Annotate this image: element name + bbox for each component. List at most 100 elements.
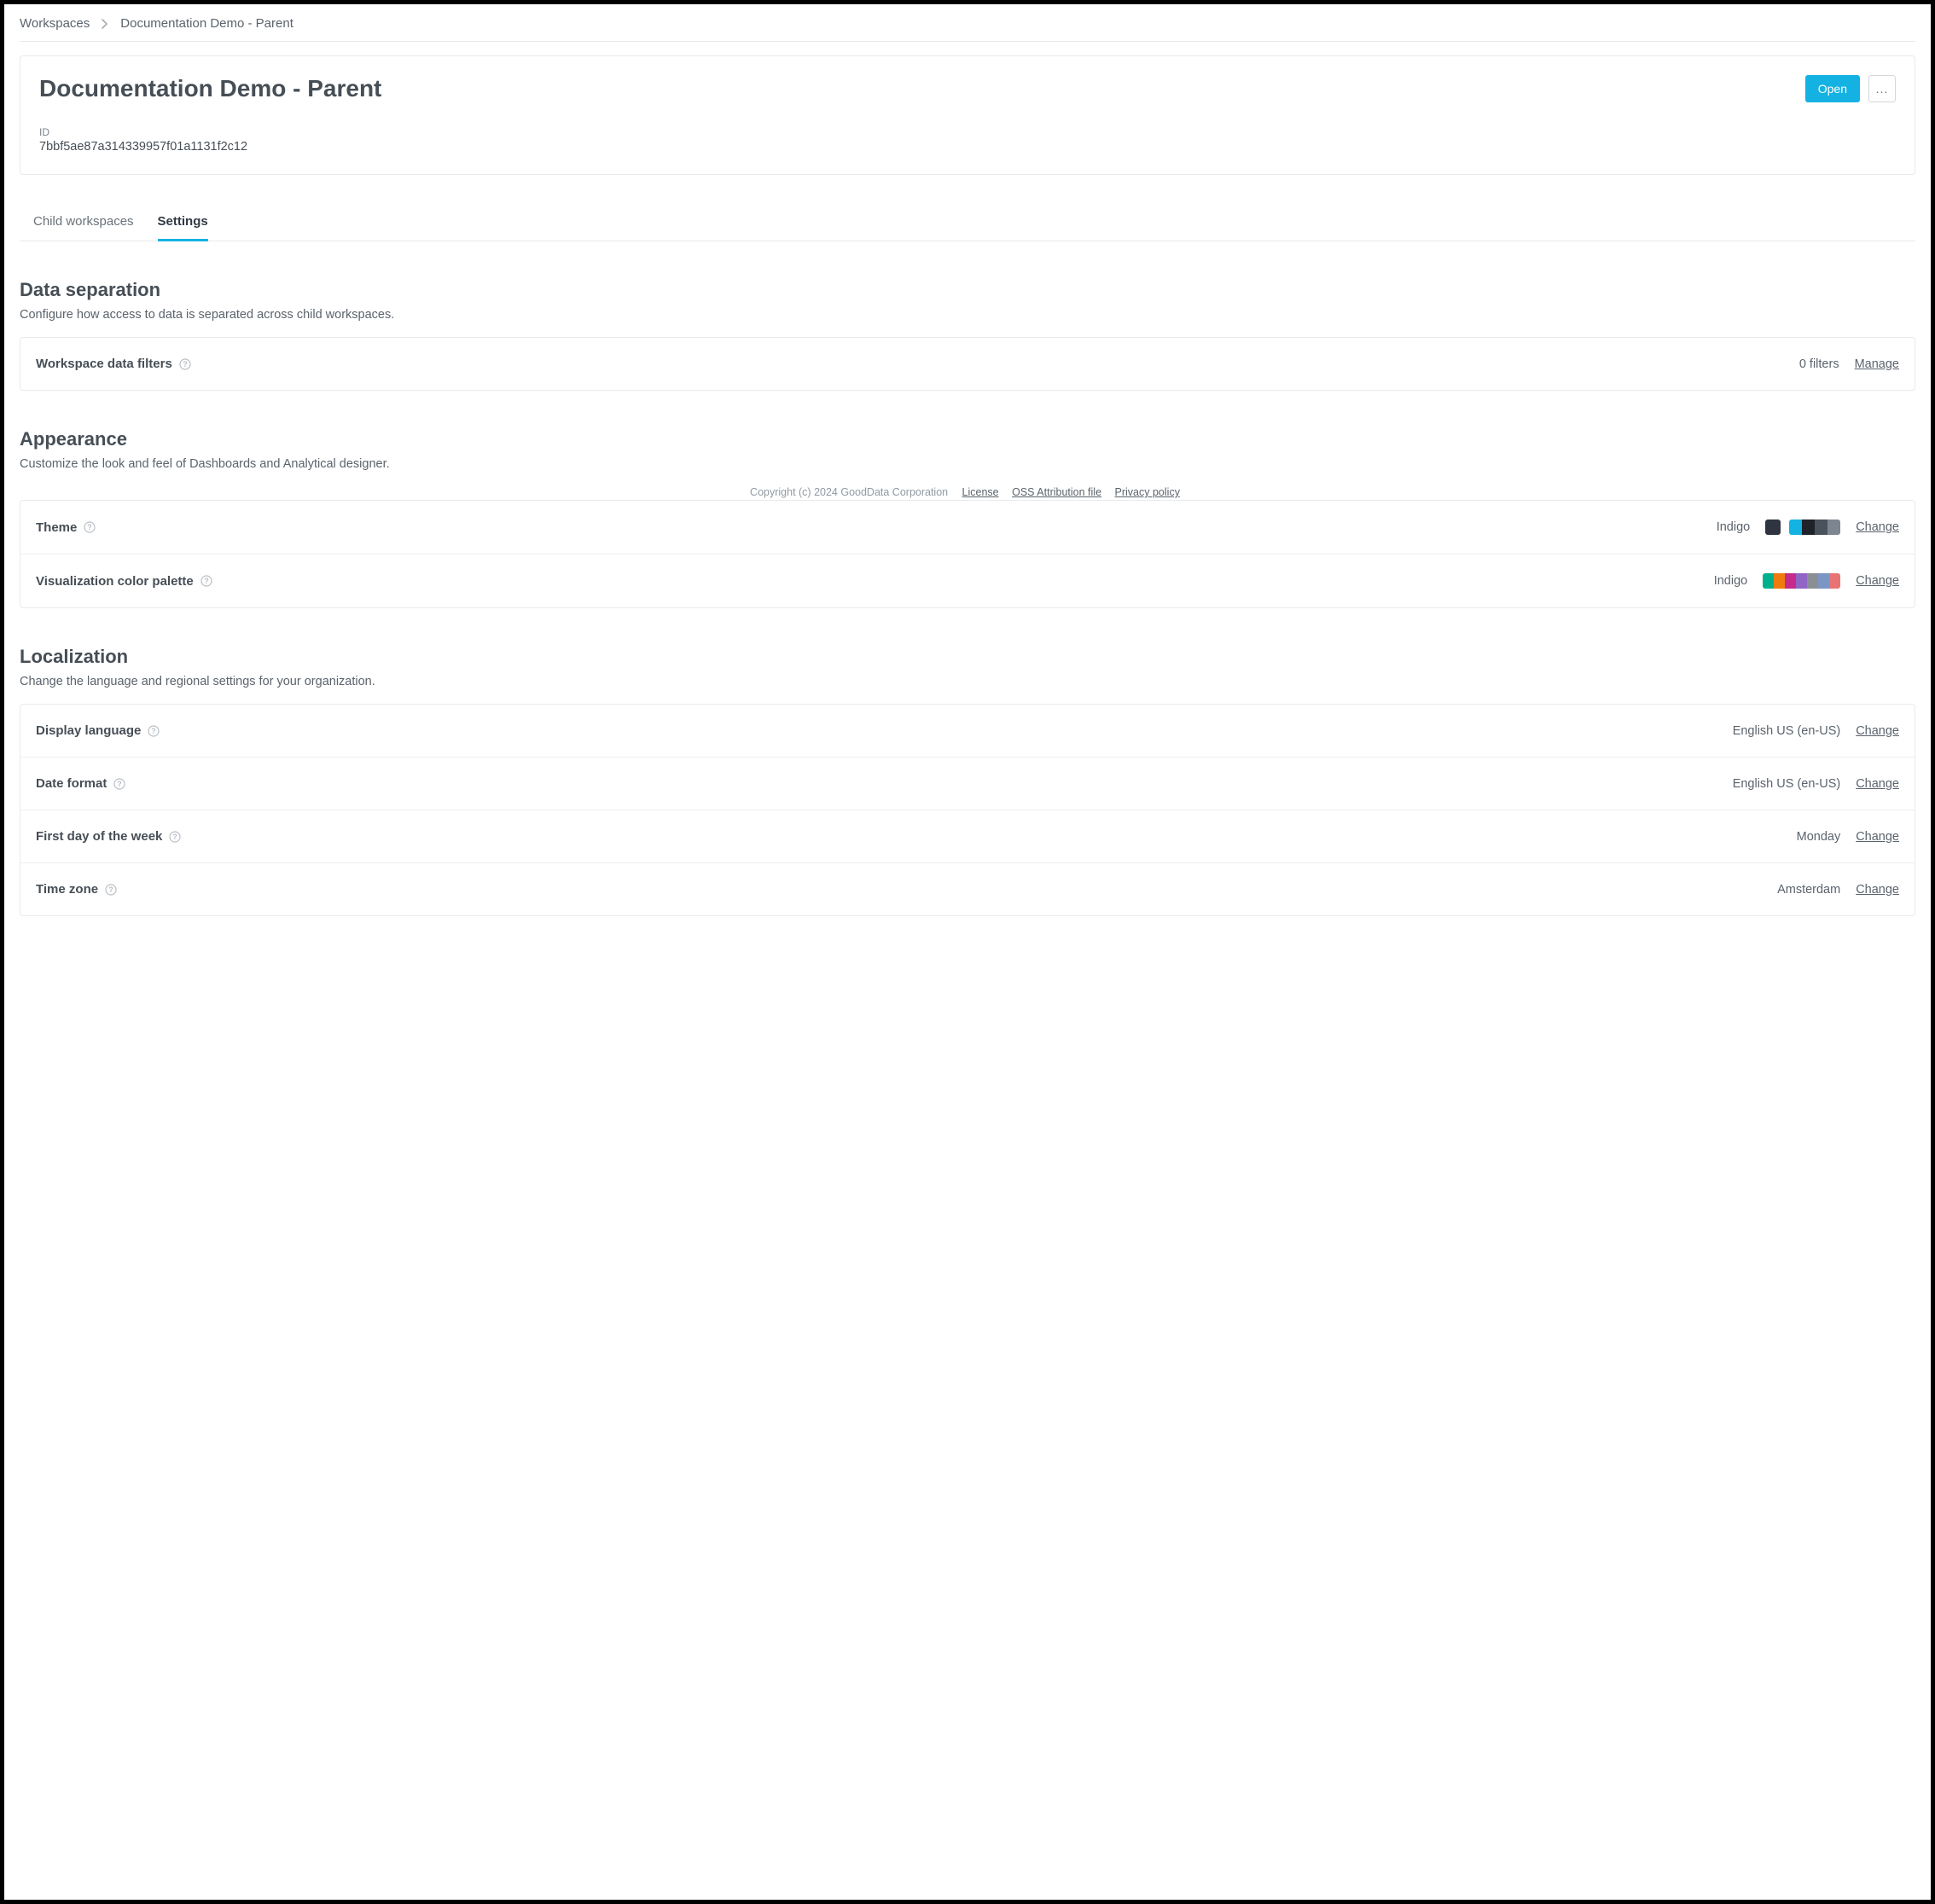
- section-appearance: Appearance Customize the look and feel o…: [20, 428, 1915, 608]
- tab-settings[interactable]: Settings: [158, 214, 208, 241]
- change-theme-link[interactable]: Change: [1856, 520, 1899, 534]
- help-icon[interactable]: ?: [200, 575, 212, 587]
- timezone-value: Amsterdam: [1777, 883, 1840, 897]
- label-text: Display language: [36, 723, 141, 738]
- color-swatch: [1789, 520, 1802, 535]
- palette-value: Indigo: [1714, 574, 1748, 588]
- change-palette-link[interactable]: Change: [1856, 574, 1899, 588]
- row-date-format: Date format ? English US (en-US) Change: [20, 757, 1915, 810]
- section-localization: Localization Change the language and reg…: [20, 646, 1915, 916]
- row-right: Indigo Change: [1717, 520, 1899, 535]
- help-icon[interactable]: ?: [84, 521, 96, 533]
- label-text: Theme: [36, 520, 77, 535]
- page-title: Documentation Demo - Parent: [39, 75, 381, 102]
- section-title-appearance: Appearance: [20, 428, 1915, 450]
- breadcrumb: Workspaces Documentation Demo - Parent: [20, 11, 1915, 42]
- help-icon[interactable]: ?: [148, 725, 160, 737]
- color-swatch: [1829, 573, 1840, 589]
- section-data-separation: Data separation Configure how access to …: [20, 279, 1915, 391]
- theme-swatch-bar: [1789, 520, 1840, 535]
- section-desc-data-separation: Configure how access to data is separate…: [20, 308, 1915, 322]
- firstday-value: Monday: [1797, 830, 1841, 844]
- color-swatch: [1763, 573, 1774, 589]
- row-label-time-zone: Time zone ?: [36, 882, 117, 897]
- color-swatch: [1807, 573, 1818, 589]
- theme-single-swatch: [1765, 520, 1781, 535]
- svg-text:?: ?: [152, 727, 157, 735]
- color-swatch: [1796, 573, 1807, 589]
- change-dateformat-link[interactable]: Change: [1856, 777, 1899, 791]
- label-text: Time zone: [36, 882, 98, 897]
- theme-swatches: [1765, 520, 1840, 535]
- breadcrumb-root[interactable]: Workspaces: [20, 16, 90, 31]
- panel-appearance: Theme ? Indigo Change Visualization colo…: [20, 500, 1915, 608]
- row-theme: Theme ? Indigo Change: [20, 501, 1915, 554]
- filters-count: 0 filters: [1799, 357, 1839, 371]
- theme-value: Indigo: [1717, 520, 1751, 534]
- row-label-palette: Visualization color palette ?: [36, 574, 212, 589]
- svg-text:?: ?: [183, 360, 188, 369]
- row-label-date-format: Date format ?: [36, 776, 125, 791]
- svg-text:?: ?: [118, 780, 123, 788]
- row-right: Amsterdam Change: [1777, 883, 1899, 897]
- breadcrumb-current: Documentation Demo - Parent: [120, 16, 293, 31]
- tab-child-workspaces[interactable]: Child workspaces: [33, 214, 134, 241]
- palette-swatch-bar: [1763, 573, 1840, 589]
- panel-data-separation: Workspace data filters ? 0 filters Manag…: [20, 337, 1915, 391]
- panel-localization: Display language ? English US (en-US) Ch…: [20, 704, 1915, 916]
- section-desc-localization: Change the language and regional setting…: [20, 675, 1915, 688]
- help-icon[interactable]: ?: [105, 884, 117, 896]
- section-desc-appearance: Customize the look and feel of Dashboard…: [20, 457, 1915, 471]
- help-icon[interactable]: ?: [169, 831, 181, 843]
- change-firstday-link[interactable]: Change: [1856, 830, 1899, 844]
- row-workspace-data-filters: Workspace data filters ? 0 filters Manag…: [20, 338, 1915, 390]
- label-text: Date format: [36, 776, 107, 791]
- label-text: Visualization color palette: [36, 574, 194, 589]
- workspace-id-value: 7bbf5ae87a314339957f01a1131f2c12: [39, 140, 381, 154]
- label-text: Workspace data filters: [36, 357, 172, 371]
- help-icon[interactable]: ?: [179, 358, 191, 370]
- change-timezone-link[interactable]: Change: [1856, 883, 1899, 897]
- workspace-id-block: ID 7bbf5ae87a314339957f01a1131f2c12: [39, 126, 381, 154]
- svg-text:?: ?: [204, 577, 209, 585]
- manage-filters-link[interactable]: Manage: [1855, 357, 1899, 371]
- color-swatch: [1774, 573, 1785, 589]
- workspace-id-label: ID: [39, 126, 381, 138]
- color-swatch: [1815, 520, 1828, 535]
- svg-text:?: ?: [88, 523, 93, 531]
- color-swatch: [1785, 573, 1796, 589]
- privacy-link[interactable]: Privacy policy: [1115, 486, 1180, 498]
- color-swatch: [1828, 520, 1840, 535]
- help-icon[interactable]: ?: [113, 778, 125, 790]
- oss-link[interactable]: OSS Attribution file: [1012, 486, 1101, 498]
- row-right: English US (en-US) Change: [1733, 777, 1899, 791]
- svg-text:?: ?: [108, 885, 113, 894]
- row-right: Indigo Change: [1714, 573, 1899, 589]
- color-swatch: [1802, 520, 1815, 535]
- row-right: Monday Change: [1797, 830, 1899, 844]
- chevron-right-icon: [102, 19, 108, 29]
- row-label-theme: Theme ?: [36, 520, 96, 535]
- row-right: English US (en-US) Change: [1733, 724, 1899, 738]
- copyright-text: Copyright (c) 2024 GoodData Corporation: [750, 486, 948, 498]
- language-value: English US (en-US): [1733, 724, 1841, 738]
- dateformat-value: English US (en-US): [1733, 777, 1841, 791]
- row-time-zone: Time zone ? Amsterdam Change: [20, 862, 1915, 915]
- tabs: Child workspaces Settings: [20, 214, 1915, 241]
- license-link[interactable]: License: [962, 486, 999, 498]
- row-label-first-day: First day of the week ?: [36, 829, 181, 844]
- svg-text:?: ?: [173, 833, 178, 841]
- row-display-language: Display language ? English US (en-US) Ch…: [20, 705, 1915, 757]
- row-first-day: First day of the week ? Monday Change: [20, 810, 1915, 862]
- open-button[interactable]: Open: [1805, 75, 1860, 102]
- change-language-link[interactable]: Change: [1856, 724, 1899, 738]
- workspace-header-card: Documentation Demo - Parent ID 7bbf5ae87…: [20, 55, 1915, 175]
- more-actions-button[interactable]: ...: [1868, 75, 1896, 102]
- row-label-display-language: Display language ?: [36, 723, 160, 738]
- workspace-header-info: Documentation Demo - Parent ID 7bbf5ae87…: [39, 75, 381, 154]
- color-swatch: [1818, 573, 1829, 589]
- row-label-workspace-data-filters: Workspace data filters ?: [36, 357, 191, 371]
- row-right: 0 filters Manage: [1799, 357, 1899, 371]
- section-title-data-separation: Data separation: [20, 279, 1915, 301]
- row-palette: Visualization color palette ? Indigo Cha…: [20, 554, 1915, 607]
